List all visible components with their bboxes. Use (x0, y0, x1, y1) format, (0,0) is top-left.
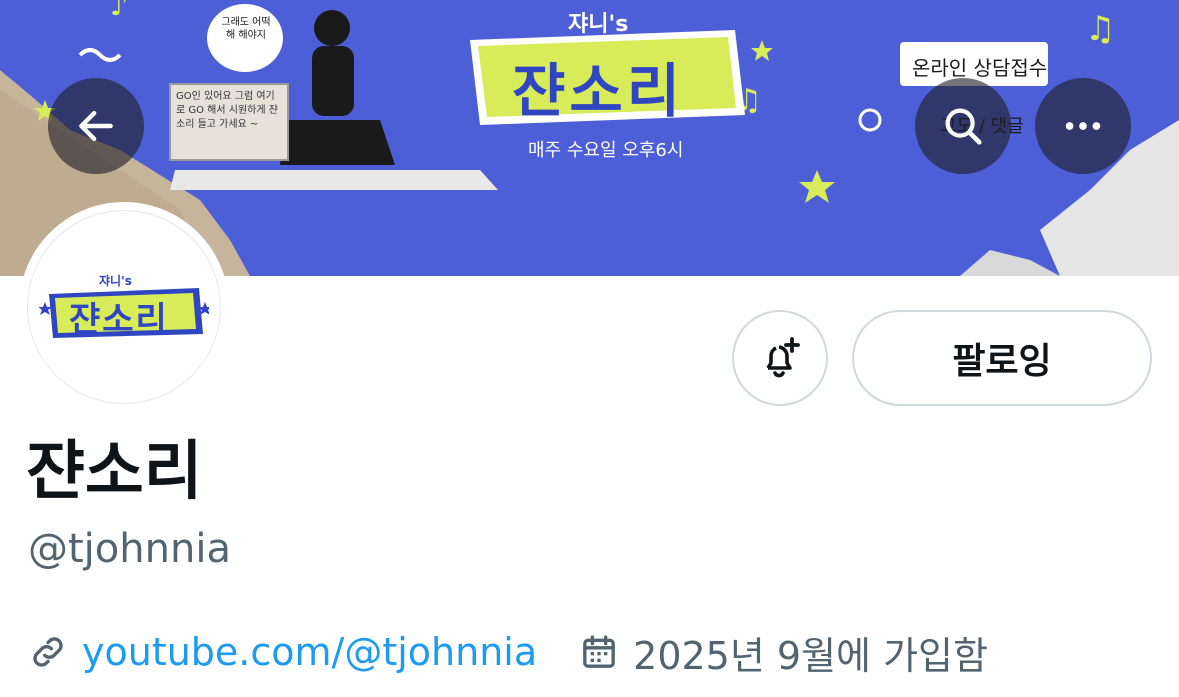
bell-plus-icon (766, 337, 800, 378)
profile-handle: @tjohnnia (28, 526, 231, 572)
svg-text:♫: ♫ (1085, 9, 1115, 49)
avatar-logo-title: 쟌소리 (69, 300, 169, 340)
profile-website-text[interactable]: youtube.com/@tjohnnia (82, 630, 537, 674)
banner-sign-text: GO인 있어요 그럼 여기로 GO 해서 시원하게 쟌소리 들고 가세요 ~ (176, 91, 278, 130)
link-icon (33, 637, 63, 667)
profile-website-link[interactable]: youtube.com/@tjohnnia (28, 630, 537, 674)
profile-joined-text: 2025년 9월에 가입함 (633, 633, 988, 678)
banner-show-label-small: 쟈니's (568, 12, 629, 37)
arrow-left-icon (79, 110, 113, 142)
svg-text:♪: ♪ (110, 0, 128, 22)
search-icon (945, 108, 982, 145)
search-button[interactable] (915, 78, 1011, 174)
more-options-button[interactable] (1035, 78, 1131, 174)
calendar-icon (583, 635, 615, 668)
profile-joined-date: 2025년 9월에 가입함 (579, 625, 988, 680)
profile-meta: youtube.com/@tjohnnia 2025년 9월에 가입함 (28, 622, 988, 682)
banner-schedule-text: 매주 수요일 오후6시 (528, 140, 684, 161)
notifications-button[interactable] (732, 310, 828, 406)
back-button[interactable] (48, 78, 144, 174)
profile-display-name: 쟌소리 (26, 435, 203, 509)
profile-avatar[interactable]: 쟈니's 쟌소리 (19, 202, 229, 412)
banner-show-title: 쟌소리 (512, 57, 685, 125)
more-horizontal-icon (1065, 122, 1101, 130)
banner-consult-text: 온라인 상담접수 (912, 56, 1048, 80)
avatar-logo-art: 쟈니's 쟌소리 (39, 272, 209, 342)
avatar-logo-small: 쟈니's (99, 274, 132, 288)
following-button[interactable]: 팔로잉 (852, 310, 1152, 406)
banner-speech-bubble: 그래도 어떡해 해야지 (221, 17, 271, 41)
avatar-logo: 쟈니's 쟌소리 (27, 210, 221, 404)
